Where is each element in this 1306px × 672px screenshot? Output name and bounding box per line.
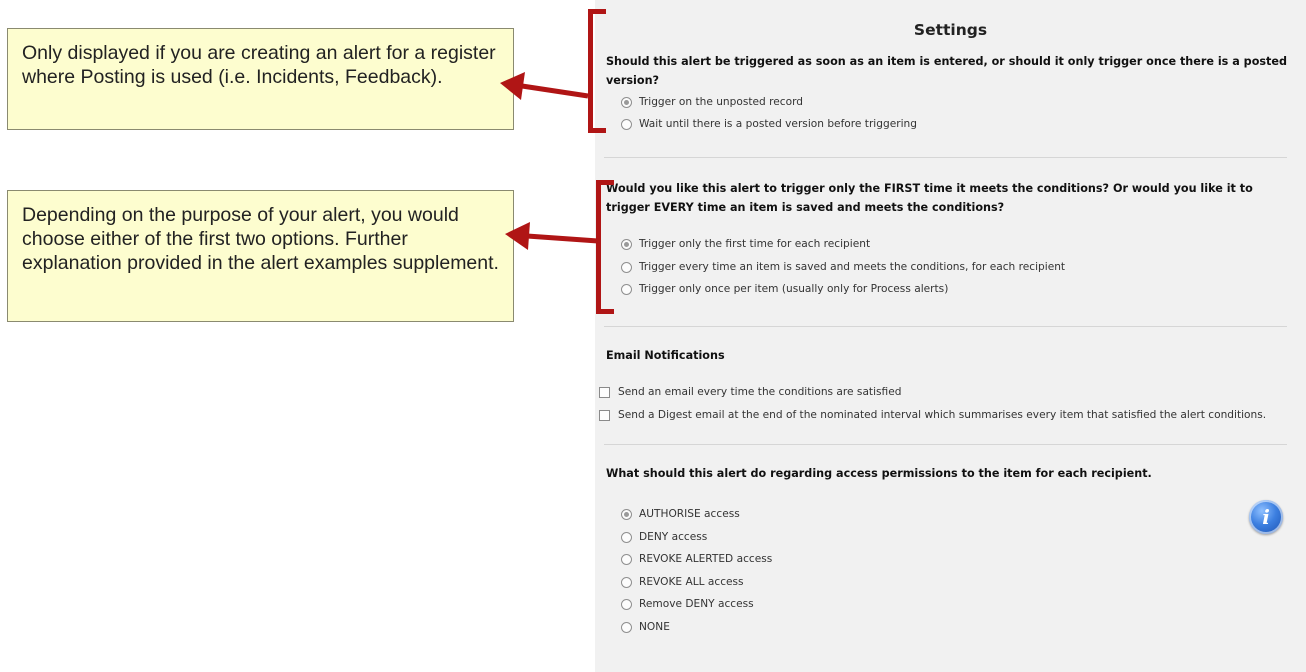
- annotation-arrow-frequency: [505, 222, 599, 250]
- annotation-arrows: [500, 72, 599, 250]
- annotation-arrow-posting: [500, 72, 589, 100]
